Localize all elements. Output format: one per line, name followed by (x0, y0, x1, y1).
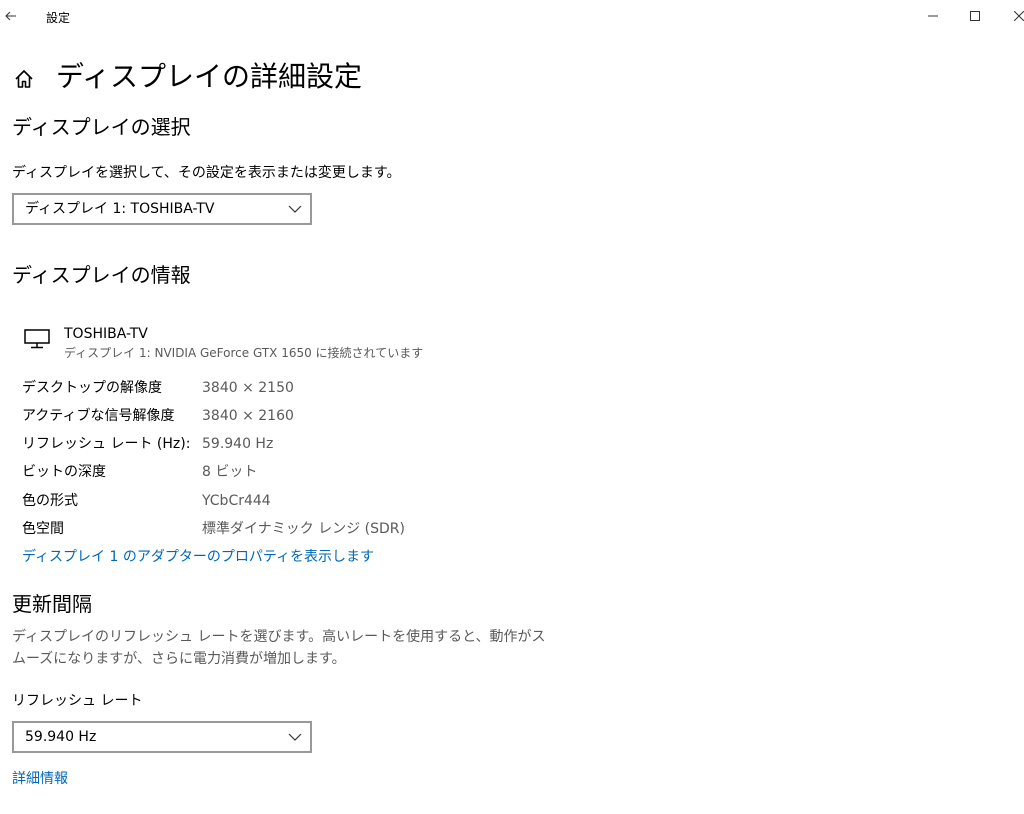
prop-value-bit-depth: 8 ビット (202, 464, 258, 480)
app-title: 設定 (46, 11, 71, 25)
page-title: ディスプレイの詳細設定 (56, 60, 363, 93)
monitor-icon-wrap (24, 328, 50, 350)
refresh-description-line1: ディスプレイのリフレッシュ レートを選びます。高いレートを使用すると、動作がス (12, 629, 546, 645)
monitor-icon (24, 329, 50, 349)
prop-label-refresh-rate: リフレッシュ レート (Hz): (22, 436, 191, 452)
maximize-button[interactable] (952, 0, 998, 32)
display-name: TOSHIBA-TV (64, 326, 148, 342)
home-button[interactable] (13, 68, 35, 90)
back-arrow-icon (5, 11, 16, 21)
maximize-icon (970, 11, 980, 21)
display-select-dropdown[interactable]: ディスプレイ 1: TOSHIBA-TV (12, 193, 312, 225)
prop-label-bit-depth: ビットの深度 (22, 464, 106, 480)
prop-value-refresh-rate: 59.940 Hz (202, 436, 274, 452)
refresh-description: ディスプレイのリフレッシュ レートを選びます。高いレートを使用すると、動作がス … (12, 626, 546, 670)
prop-label-signal-resolution: アクティブな信号解像度 (22, 408, 175, 424)
display-info-heading: ディスプレイの情報 (12, 263, 191, 287)
title-bar: 設定 (0, 0, 1024, 34)
close-icon (1014, 11, 1024, 21)
prop-value-signal-resolution: 3840 × 2160 (202, 408, 294, 424)
prop-label-color-format: 色の形式 (22, 493, 78, 509)
refresh-description-line2: ムーズになりますが、さらに電力消費が増加します。 (12, 651, 346, 667)
home-icon (15, 70, 33, 88)
chevron-down-icon (288, 205, 302, 213)
prop-value-color-space: 標準ダイナミック レンジ (SDR) (202, 521, 405, 537)
display-adapter-subtitle: ディスプレイ 1: NVIDIA GeForce GTX 1650 に接続されて… (64, 346, 424, 360)
prop-value-color-format: YCbCr444 (202, 493, 271, 509)
minimize-icon (928, 15, 938, 17)
chevron-down-icon (288, 733, 302, 741)
prop-value-desktop-resolution: 3840 × 2150 (202, 380, 294, 396)
more-info-link[interactable]: 詳細情報 (12, 769, 68, 789)
display-select-description: ディスプレイを選択して、その設定を表示または変更します。 (12, 165, 401, 181)
minimize-button[interactable] (910, 0, 956, 32)
settings-window: 設定 ディスプレイの詳細設定 ディスプレイの選択 ディスプレイを選択して、その設… (0, 0, 1024, 814)
refresh-rate-label: リフレッシュ レート (12, 693, 143, 709)
close-button[interactable] (996, 0, 1024, 32)
back-button[interactable] (0, 0, 22, 32)
prop-label-color-space: 色空間 (22, 521, 64, 537)
refresh-heading: 更新間隔 (12, 592, 92, 616)
display-select-heading: ディスプレイの選択 (12, 115, 191, 139)
adapter-properties-link[interactable]: ディスプレイ 1 のアダプターのプロパティを表示します (22, 547, 374, 567)
refresh-rate-value: 59.940 Hz (25, 729, 97, 745)
display-select-value: ディスプレイ 1: TOSHIBA-TV (25, 201, 215, 217)
refresh-rate-dropdown[interactable]: 59.940 Hz (12, 721, 312, 753)
prop-label-desktop-resolution: デスクトップの解像度 (22, 380, 162, 396)
